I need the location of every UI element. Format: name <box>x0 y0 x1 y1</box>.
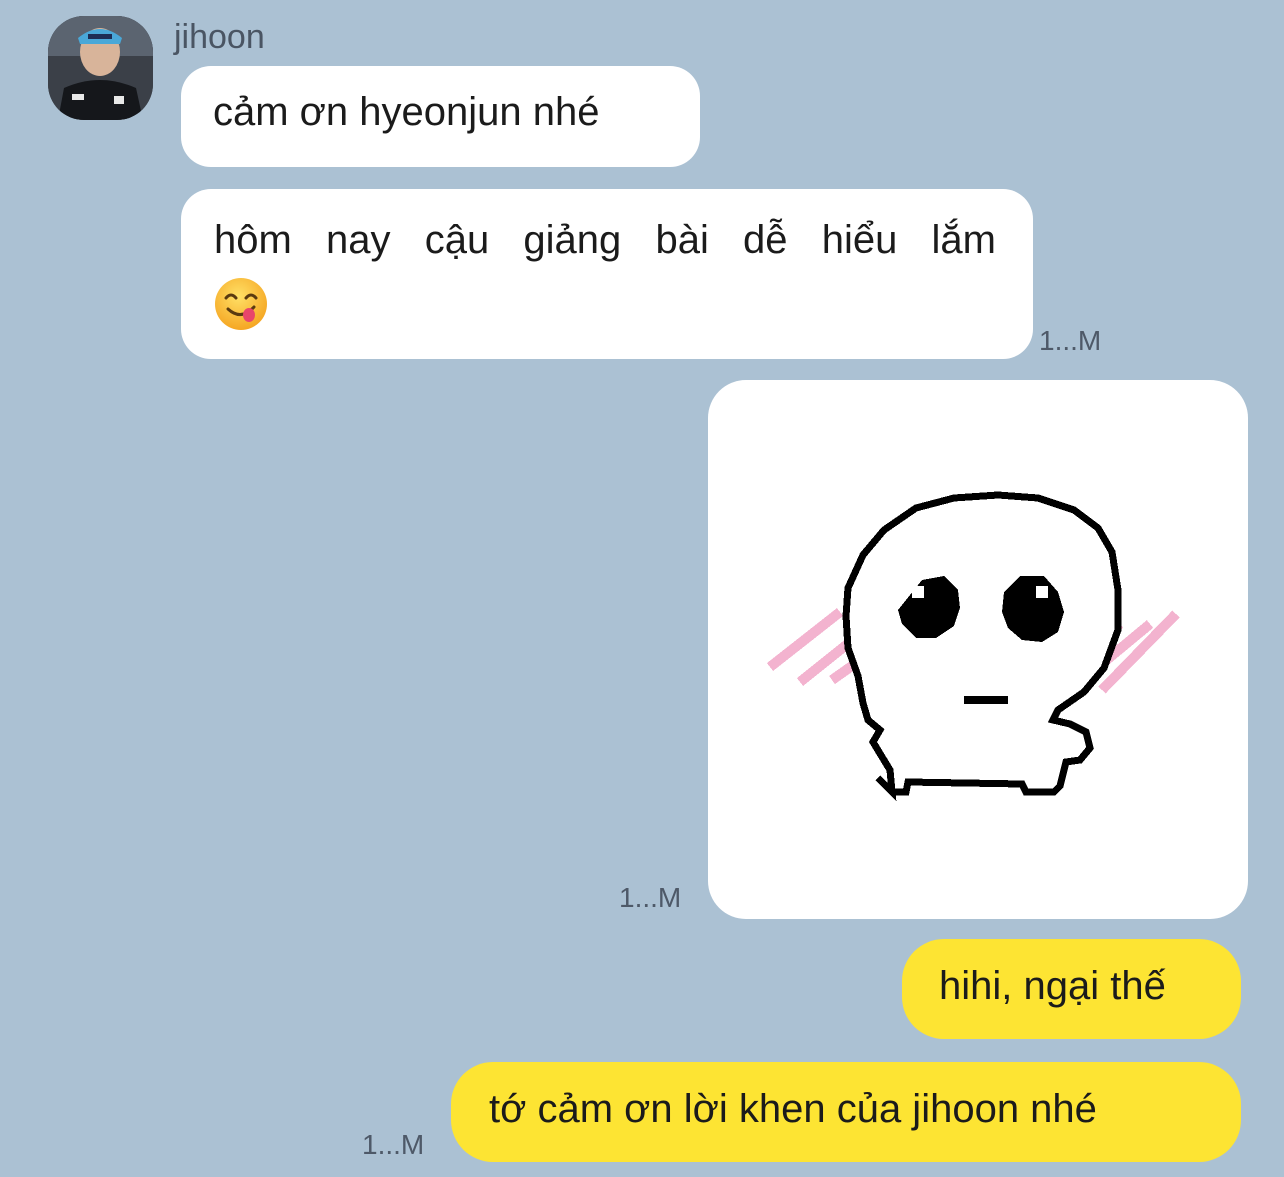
pixel-ghost-blushing-sticker[interactable] <box>708 380 1248 919</box>
message-bubble-outgoing[interactable]: tớ cảm ơn lời khen của jihoon nhé <box>451 1062 1241 1162</box>
message-text: hôm nay cậu giảng bài dễ hiểu lắm <box>214 218 996 262</box>
message-timestamp: 1...M <box>1039 325 1102 356</box>
message-bubble-incoming[interactable]: cảm ơn hyeonjun nhé <box>181 66 700 167</box>
message-timestamp: 1...M <box>362 1129 425 1160</box>
message-text: hihi, ngại thế <box>939 964 1166 1008</box>
message-timestamp: 1...M <box>619 882 682 913</box>
message-bubble-incoming[interactable]: hôm nay cậu giảng bài dễ hiểu lắm <box>181 189 1033 359</box>
message-bubble-outgoing[interactable]: hihi, ngại thế <box>902 939 1241 1039</box>
message-text: cảm ơn hyeonjun nhé <box>213 90 600 134</box>
face-savoring-food-icon <box>214 277 268 347</box>
avatar[interactable] <box>48 16 153 120</box>
sender-name: jihoon <box>174 18 265 56</box>
message-text: tớ cảm ơn lời khen của jihoon nhé <box>489 1087 1097 1131</box>
